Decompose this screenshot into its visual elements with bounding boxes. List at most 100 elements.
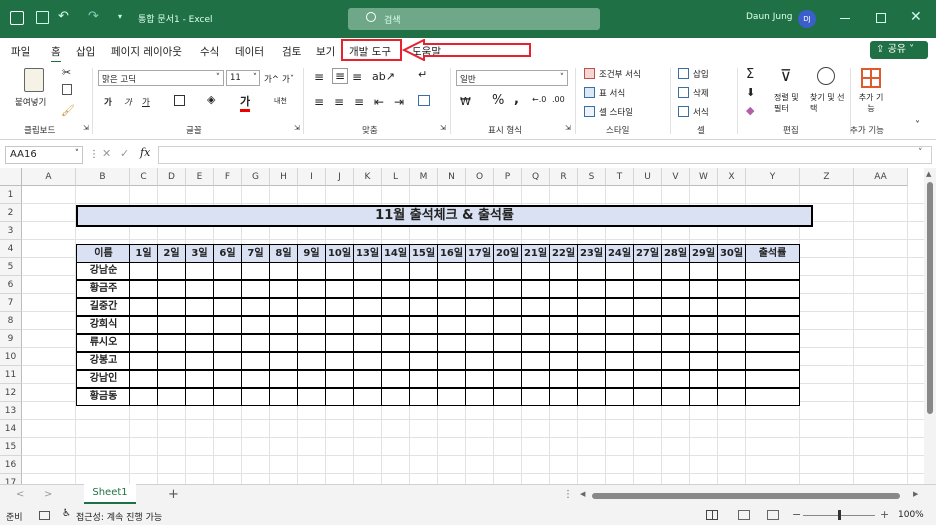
- attendance-cell[interactable]: [549, 262, 578, 280]
- attendance-cell[interactable]: [689, 280, 718, 298]
- column-header-c[interactable]: C: [130, 168, 158, 186]
- column-header-l[interactable]: L: [382, 168, 410, 186]
- next-sheet-icon[interactable]: >: [44, 489, 52, 500]
- column-header-g[interactable]: G: [242, 168, 270, 186]
- attendance-cell[interactable]: [465, 298, 494, 316]
- enter-icon[interactable]: ✓: [120, 147, 129, 160]
- attendance-cell[interactable]: [633, 280, 662, 298]
- sort-filter-button[interactable]: 정렬 및 필터: [774, 92, 808, 114]
- tab-formulas[interactable]: 수식: [200, 44, 219, 59]
- attendance-cell[interactable]: [129, 316, 158, 334]
- attendance-cell[interactable]: [269, 388, 298, 406]
- column-header-aa[interactable]: AA: [854, 168, 908, 186]
- rate-cell[interactable]: [745, 262, 800, 280]
- align-bottom-icon[interactable]: ≡: [352, 70, 362, 84]
- column-header-f[interactable]: F: [214, 168, 242, 186]
- attendance-cell[interactable]: [633, 334, 662, 352]
- row-header-4[interactable]: 4: [0, 240, 22, 258]
- row-header-2[interactable]: 2: [0, 204, 22, 222]
- attendance-cell[interactable]: [297, 370, 326, 388]
- attendance-cell[interactable]: [661, 298, 690, 316]
- shrink-font-button[interactable]: 가ˇ: [282, 73, 294, 85]
- sheet-tab-sheet1[interactable]: Sheet1: [84, 484, 136, 504]
- delete-cells-icon[interactable]: [678, 87, 689, 98]
- attendance-cell[interactable]: [381, 316, 410, 334]
- horizontal-scrollbar-thumb[interactable]: [592, 493, 900, 499]
- attendance-cell[interactable]: [633, 262, 662, 280]
- attendance-cell[interactable]: [521, 280, 550, 298]
- attendance-cell[interactable]: [157, 370, 186, 388]
- header-date-cell[interactable]: 29일: [689, 244, 718, 263]
- phonetic-icon[interactable]: 내천: [274, 96, 287, 106]
- addins-button[interactable]: 추가 기능: [856, 92, 886, 114]
- attendance-cell[interactable]: [717, 388, 746, 406]
- increase-indent-icon[interactable]: ⇥: [394, 95, 404, 109]
- decrease-decimal-icon[interactable]: .00: [552, 95, 565, 104]
- row-header-10[interactable]: 10: [0, 348, 22, 366]
- attendance-cell[interactable]: [409, 316, 438, 334]
- column-header-e[interactable]: E: [186, 168, 214, 186]
- name-cell[interactable]: 강남인: [76, 370, 131, 388]
- attendance-cell[interactable]: [409, 334, 438, 352]
- attendance-cell[interactable]: [381, 352, 410, 370]
- attendance-cell[interactable]: [297, 352, 326, 370]
- attendance-cell[interactable]: [717, 280, 746, 298]
- rate-cell[interactable]: [745, 298, 800, 316]
- attendance-cell[interactable]: [689, 370, 718, 388]
- column-header-t[interactable]: T: [606, 168, 634, 186]
- row-header-6[interactable]: 6: [0, 276, 22, 294]
- attendance-cell[interactable]: [717, 334, 746, 352]
- attendance-cell[interactable]: [269, 280, 298, 298]
- attendance-cell[interactable]: [549, 388, 578, 406]
- insert-function-button[interactable]: fx: [140, 146, 150, 159]
- paste-icon[interactable]: [24, 68, 44, 92]
- delete-cells-button[interactable]: 삭제: [693, 87, 709, 99]
- undo-icon[interactable]: ↶: [58, 9, 69, 24]
- attendance-cell[interactable]: [325, 298, 354, 316]
- attendance-cell[interactable]: [213, 334, 242, 352]
- name-cell[interactable]: 황금동: [76, 388, 131, 406]
- rate-cell[interactable]: [745, 388, 800, 406]
- share-button[interactable]: ⇪ 공유 ˅: [870, 41, 928, 59]
- attendance-cell[interactable]: [661, 316, 690, 334]
- attendance-cell[interactable]: [689, 298, 718, 316]
- attendance-cell[interactable]: [269, 370, 298, 388]
- attendance-cell[interactable]: [409, 262, 438, 280]
- header-name-cell[interactable]: 이름: [76, 244, 131, 263]
- attendance-cell[interactable]: [325, 316, 354, 334]
- attendance-cell[interactable]: [381, 262, 410, 280]
- attendance-cell[interactable]: [465, 316, 494, 334]
- attendance-cell[interactable]: [325, 280, 354, 298]
- worksheet-grid[interactable]: A B C D E F G H I J K L M N O P Q R S T U V W X Y Z AA 1 2 3 4 5 6 7 8 9 10…: [0, 168, 936, 484]
- find-select-button[interactable]: 찾기 및 선택: [810, 92, 846, 114]
- row-header-1[interactable]: 1: [0, 186, 22, 204]
- header-date-cell[interactable]: 9일: [297, 244, 326, 263]
- attendance-cell[interactable]: [381, 370, 410, 388]
- attendance-cell[interactable]: [129, 262, 158, 280]
- attendance-cell[interactable]: [549, 352, 578, 370]
- header-date-cell[interactable]: 1일: [129, 244, 158, 263]
- format-painter-icon[interactable]: 🖌: [61, 104, 75, 117]
- column-header-s[interactable]: S: [578, 168, 606, 186]
- autosum-icon[interactable]: Σ: [746, 67, 754, 82]
- attendance-cell[interactable]: [241, 370, 270, 388]
- attendance-cell[interactable]: [521, 262, 550, 280]
- attendance-cell[interactable]: [437, 388, 466, 406]
- macro-record-icon[interactable]: [39, 511, 50, 520]
- attendance-cell[interactable]: [521, 388, 550, 406]
- collapse-ribbon-icon[interactable]: ˅: [915, 120, 920, 131]
- attendance-cell[interactable]: [353, 316, 382, 334]
- attendance-cell[interactable]: [577, 298, 606, 316]
- find-select-icon[interactable]: [817, 67, 835, 85]
- scroll-right-icon[interactable]: ▶: [913, 490, 918, 498]
- header-date-cell[interactable]: 22일: [549, 244, 578, 263]
- attendance-cell[interactable]: [633, 370, 662, 388]
- header-date-cell[interactable]: 24일: [605, 244, 634, 263]
- formula-input[interactable]: [158, 146, 932, 164]
- attendance-cell[interactable]: [577, 388, 606, 406]
- row-header-12[interactable]: 12: [0, 384, 22, 402]
- attendance-cell[interactable]: [129, 334, 158, 352]
- align-top-icon[interactable]: ≡: [314, 70, 324, 84]
- row-header-14[interactable]: 14: [0, 420, 22, 438]
- row-header-13[interactable]: 13: [0, 402, 22, 420]
